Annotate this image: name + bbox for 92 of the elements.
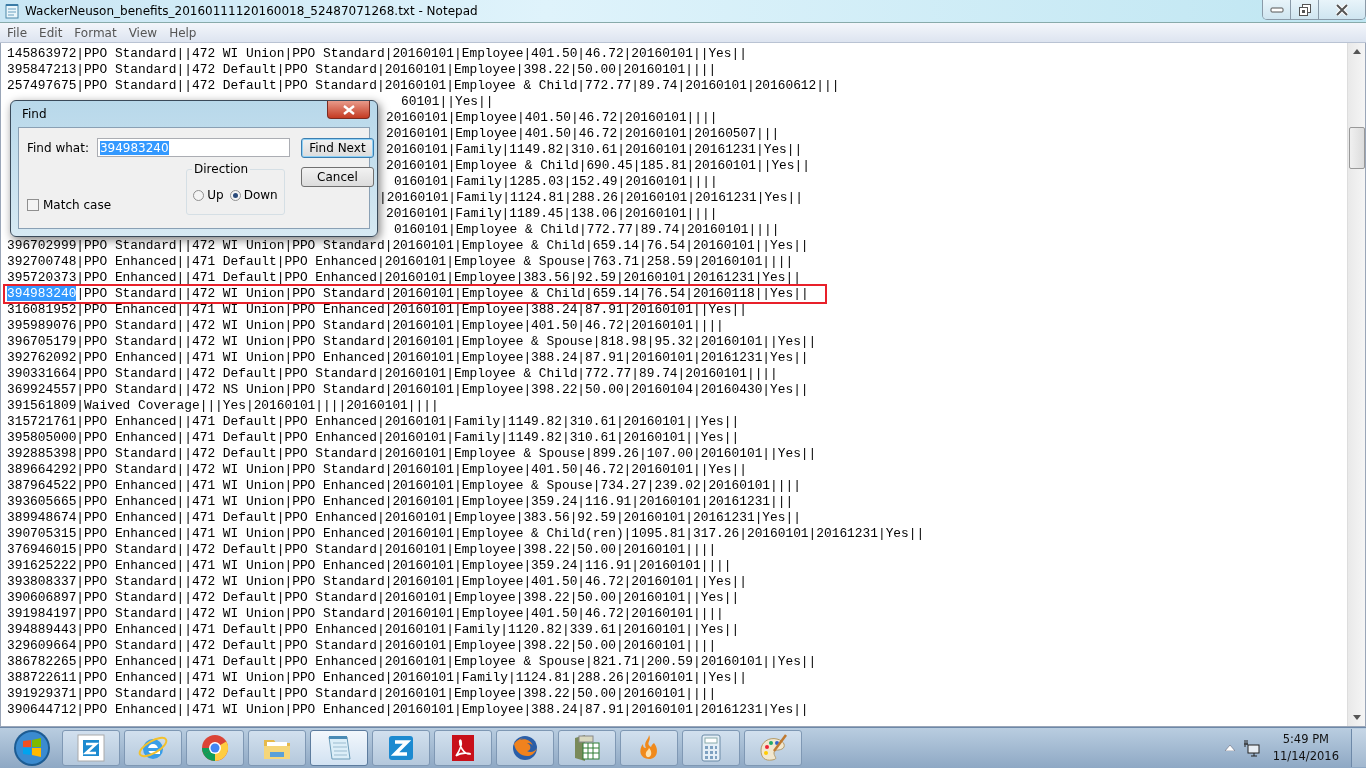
text-line: 0160101|Employee & Child|772.77|89.74|20160101|||| — [394, 222, 780, 237]
zigzag-icon — [75, 732, 107, 764]
selected-text: 394983240 — [7, 286, 77, 301]
notepad-icon — [4, 3, 20, 19]
text-line: 395847213|PPO Standard||472 Default|PPO Standard|20160101|Employee|398.22|50.00|20160101|||| — [7, 62, 717, 77]
taskbar-button[interactable] — [558, 730, 616, 766]
text-line: 395805000|PPO Enhanced||471 Default|PPO Enhanced|20160101|Family|1149.82|310.61|20160101||Yes|| — [7, 430, 740, 445]
radio-label[interactable]: Up — [207, 188, 224, 202]
text-line: 394889443|PPO Enhanced||471 Default|PPO Enhanced|20160101|Family|1120.82|339.61|20160101||Yes|| — [7, 622, 740, 637]
text-line: 393605665|PPO Enhanced||471 WI Union|PPO Enhanced|20160101|Employee|359.24|116.91|20160101|20161231||| — [7, 494, 794, 509]
dialog-title: Find — [22, 107, 47, 121]
show-desktop-button[interactable] — [1351, 729, 1366, 767]
text-line: 392885398|PPO Standard||472 Default|PPO Standard|20160101|Employee & Spouse|899.26|107.00|20160101||Yes|| — [7, 446, 817, 461]
start-button[interactable] — [13, 729, 51, 767]
taskbar-button[interactable] — [620, 730, 678, 766]
text-line: 369924557|PPO Standard||472 NS Union|PPO Standard|20160101|Employee|398.22|50.00|20160104|20160430|Yes|| — [7, 382, 809, 397]
text-line: 316081952|PPO Enhanced||471 WI Union|PPO Enhanced|20160101|Employee|388.24|87.91|20160101||Yes|| — [7, 302, 747, 317]
tricolor-circle-icon — [199, 732, 231, 764]
text-line: 390606897|PPO Standard||472 Default|PPO Standard|20160101|Employee|398.22|50.00|20160101||Yes|| — [7, 590, 740, 605]
text-line: 257497675|PPO Standard||472 Default|PPO Standard|20160101|Employee & Child|772.77|89.74|20160101|20160612||| — [7, 78, 840, 93]
taskbar-button[interactable] — [744, 730, 802, 766]
close-button[interactable] — [327, 101, 370, 119]
taskbar-button[interactable] — [372, 730, 430, 766]
minimize-icon — [1269, 6, 1284, 13]
close-icon — [1335, 3, 1349, 16]
text-line: 391625222|PPO Enhanced||471 WI Union|PPO Enhanced|20160101|Employee|359.24|116.91|20160101|||| — [7, 558, 732, 573]
menu-item[interactable]: Help — [163, 25, 203, 40]
caret-up-icon[interactable] — [1224, 745, 1235, 751]
checkbox-label[interactable]: Match case — [43, 198, 111, 212]
text-line: 395720373|PPO Enhanced||471 Default|PPO Enhanced|20160101|Employee|383.56|92.59|20160101|20161231|Yes|| — [7, 270, 801, 285]
radio-label[interactable]: Down — [243, 188, 278, 202]
text-line: 391561809|Waived Coverage|||Yes|20160101||||20160101|||| — [7, 398, 439, 413]
menu-item[interactable]: View — [122, 25, 164, 40]
text-line: 376946015|PPO Standard||472 Default|PPO Standard|20160101|Employee|398.22|50.00|20160101|||| — [7, 542, 717, 557]
restore-button[interactable] — [1291, 0, 1319, 19]
palette-icon — [757, 732, 789, 764]
text-line: 145863972|PPO Standard||472 WI Union|PPO Standard|20160101|Employee|401.50|46.72|20160101||Yes|| — [7, 46, 747, 61]
text-line: 60101||Yes|| — [401, 94, 494, 109]
cancel-button[interactable]: Cancel — [300, 167, 374, 187]
window-title: WackerNeuson_benefits_20160111120160018_52487071268.txt - Notepad — [25, 4, 478, 18]
text-line: 20160101|Employee|401.50|46.72|20160101|20160507||| — [386, 126, 780, 141]
taskbar-button[interactable] — [186, 730, 244, 766]
text-line: 393808337|PPO Standard||472 WI Union|PPO Standard|20160101|Employee|401.50|46.72|20160101||Yes|| — [7, 574, 747, 589]
taskbar-button[interactable] — [434, 730, 492, 766]
text-line: 392700748|PPO Enhanced||471 Default|PPO Enhanced|20160101|Employee & Spouse|763.71|258.59|20160101|||| — [7, 254, 794, 269]
text-line: 392762092|PPO Enhanced||471 WI Union|PPO Enhanced|20160101|Employee|388.24|87.91|20160101|20161231|Yes|| — [7, 350, 809, 365]
text-line: 396702999|PPO Standard||472 WI Union|PPO Standard|20160101|Employee & Child|659.14|76.54|20160101||Yes|| — [7, 238, 809, 253]
text-line: 389948674|PPO Enhanced||471 Default|PPO Enhanced|20160101|Employee|383.56|92.59|20160101|20161231|Yes|| — [7, 510, 801, 525]
restore-icon — [1298, 3, 1311, 16]
text-line: 20160101|Family|1149.82|310.61|20160101|20161231|Yes|| — [386, 142, 803, 157]
text-line: |20160101|Family|1124.81|288.26|20160101|20161231|Yes|| — [379, 190, 803, 205]
checkbox[interactable] — [27, 199, 39, 211]
taskbar-button[interactable] — [310, 730, 368, 766]
menu-item[interactable]: Format — [68, 25, 123, 40]
text-line: 396705179|PPO Standard||472 WI Union|PPO Standard|20160101|Employee & Spouse|818.98|95.32|20160101||Yes|| — [7, 334, 817, 349]
close-icon — [342, 104, 355, 115]
text-line: 389664292|PPO Standard||472 WI Union|PPO Standard|20160101|Employee|401.50|46.72|20160101||Yes|| — [7, 462, 747, 477]
close-button[interactable] — [1319, 0, 1365, 19]
text-line: 20160101|Family|1189.45|138.06|20160101|||| — [386, 206, 718, 221]
taskbar-button[interactable] — [682, 730, 740, 766]
radio-button[interactable] — [229, 189, 241, 201]
group-label: Direction — [192, 162, 251, 176]
menu-item[interactable]: File — [1, 25, 34, 40]
menu-item[interactable]: Edit — [33, 25, 69, 40]
taskbar-button[interactable] — [62, 730, 120, 766]
network-icon[interactable] — [1242, 739, 1261, 757]
text-line: 391984197|PPO Standard||472 WI Union|PPO Standard|20160101|Employee|401.50|46.72|20160101|||| — [7, 606, 724, 621]
field-label: Find what: — [27, 140, 89, 155]
text-line: 315721761|PPO Enhanced||471 Default|PPO Enhanced|20160101|Family|1149.82|310.61|20160101||Yes|| — [7, 414, 740, 429]
text-line: 20160101|Employee|401.50|46.72|20160101|||| — [386, 110, 718, 125]
text-line: 0160101|Family|1285.03|152.49|20160101|||| — [394, 174, 718, 189]
text-line: 390644712|PPO Enhanced||471 WI Union|PPO Enhanced|20160101|Employee|388.24|87.91|20160101|20161231|Yes|| — [7, 702, 809, 717]
text-line: 386782265|PPO Enhanced||471 Default|PPO Enhanced|20160101|Employee & Spouse|821.71|200.59|20160101||Yes|| — [7, 654, 817, 669]
arrow-up-icon[interactable] — [1352, 49, 1361, 54]
scrollbar[interactable] — [1347, 43, 1365, 726]
text-line: 329609664|PPO Standard||472 Default|PPO Standard|20160101|Employee|398.22|50.00|20160101|||| — [7, 638, 717, 653]
find-next-button[interactable]: Find Next — [300, 138, 374, 158]
text-line: 388722611|PPO Enhanced||471 WI Union|PPO Enhanced|20160101|Family|1124.81|288.26|20160101||Yes|| — [7, 670, 747, 685]
text-line: 387964522|PPO Enhanced||471 WI Union|PPO Enhanced|20160101|Employee & Spouse|734.27|239.02|20160101|||| — [7, 478, 801, 493]
radio-button[interactable] — [193, 189, 205, 201]
text-line: |PPO Standard||472 WI Union|PPO Standard|20160101|Employee & Child|659.14|76.54|20160118||Yes|| — [76, 286, 809, 301]
text-line: 391929371|PPO Standard||472 Default|PPO Standard|20160101|Employee|398.22|50.00|20160101|||| — [7, 686, 717, 701]
arrow-down-icon[interactable] — [1352, 715, 1361, 720]
scroll-thumb[interactable] — [1349, 127, 1365, 169]
taskbar-button[interactable] — [248, 730, 306, 766]
text-line: 20160101|Employee & Child|690.45|185.81|20160101||Yes|| — [386, 158, 810, 173]
text-line: 390705315|PPO Enhanced||471 WI Union|PPO Enhanced|20160101|Employee & Child(ren)|1095.81|317.26|20160101|20161231|Yes|| — [7, 526, 925, 541]
text-line: 395989076|PPO Standard||472 WI Union|PPO Standard|20160101|Employee|401.50|46.72|20160101|||| — [7, 318, 724, 333]
taskbar-button[interactable] — [124, 730, 182, 766]
taskbar-button[interactable] — [496, 730, 554, 766]
text-line: 390331664|PPO Standard||472 Default|PPO Standard|20160101|Employee & Child|772.77|89.74|20160101|||| — [7, 366, 778, 381]
clock[interactable]: 5:49 PM 11/14/2016 — [1268, 731, 1343, 765]
